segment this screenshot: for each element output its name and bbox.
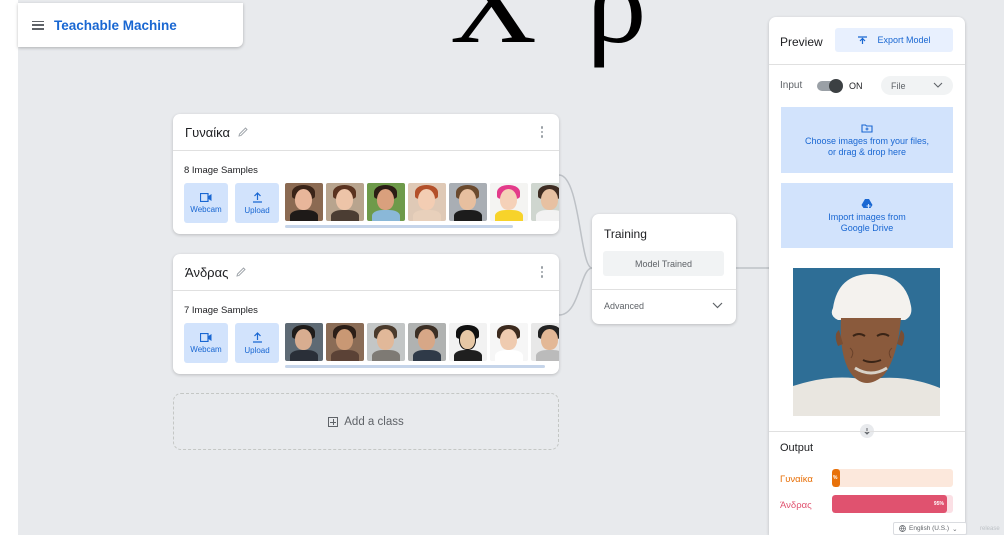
class-name[interactable]: Άνδρας	[185, 265, 228, 280]
google-drive-icon	[861, 198, 873, 208]
output-class-label: Γυναίκα	[780, 474, 813, 485]
more-options-icon[interactable]	[540, 126, 543, 138]
file-drop-zone[interactable]: Choose images from your files, or drag &…	[781, 107, 953, 173]
sample-thumbnail[interactable]	[326, 323, 364, 361]
sample-thumbnails	[285, 323, 559, 363]
add-class-label: Add a class	[344, 415, 404, 428]
input-label: Input	[780, 80, 803, 91]
release-label: release	[980, 526, 1000, 532]
upload-icon	[252, 331, 262, 343]
output-confidence-fill: 95%	[832, 495, 947, 513]
upload-button[interactable]: Upload	[235, 183, 279, 223]
chevron-down-icon	[933, 82, 943, 88]
webcam-label: Webcam	[190, 204, 222, 214]
language-label: English (U.S.)	[909, 525, 950, 532]
preview-image	[793, 268, 940, 416]
thumbnail-scrollbar[interactable]	[285, 365, 545, 368]
sample-thumbnails	[285, 183, 559, 223]
chevron-down-icon[interactable]	[712, 302, 723, 309]
advanced-toggle[interactable]: Advanced	[604, 301, 644, 311]
training-title: Training	[604, 227, 647, 241]
upload-button[interactable]: Upload	[235, 323, 279, 363]
model-trained-button[interactable]: Model Trained	[603, 251, 724, 276]
export-label: Export Model	[877, 35, 931, 45]
folder-add-icon	[861, 123, 873, 133]
training-card: Training Model Trained Advanced	[592, 214, 736, 324]
class-name[interactable]: Γυναίκα	[185, 125, 230, 140]
drive-line1: Import images from	[828, 211, 906, 222]
output-percent: 95%	[933, 501, 944, 507]
video-camera-icon	[200, 332, 212, 342]
sample-thumbnail[interactable]	[490, 183, 528, 221]
divider	[769, 431, 965, 432]
preview-panel: Preview Export Model Input ON File Choos…	[769, 17, 965, 535]
globe-icon	[899, 525, 906, 532]
sample-thumbnail[interactable]	[367, 323, 405, 361]
pencil-icon[interactable]	[237, 126, 249, 138]
divider	[592, 289, 736, 290]
sample-thumbnail[interactable]	[285, 183, 323, 221]
sample-thumbnail[interactable]	[490, 323, 528, 361]
sample-thumbnail[interactable]	[367, 183, 405, 221]
upload-label: Upload	[244, 345, 270, 355]
output-percent: %	[833, 475, 838, 481]
upload-icon	[252, 191, 262, 203]
sample-thumbnail[interactable]	[531, 323, 559, 361]
input-source-value: File	[891, 80, 906, 91]
sample-thumbnail[interactable]	[531, 183, 559, 221]
more-options-icon[interactable]	[540, 266, 543, 278]
webcam-button[interactable]: Webcam	[184, 323, 228, 363]
language-select[interactable]: English (U.S.) ⌄	[893, 522, 967, 535]
sample-thumbnail[interactable]	[326, 183, 364, 221]
sample-thumbnail[interactable]	[449, 323, 487, 361]
input-source-select[interactable]: File	[881, 76, 953, 95]
divider	[769, 64, 965, 65]
export-model-button[interactable]: Export Model	[835, 28, 953, 52]
sample-thumbnail[interactable]	[449, 183, 487, 221]
add-class-button[interactable]: Add a class	[173, 393, 559, 450]
drive-line2: Google Drive	[840, 222, 894, 233]
output-title: Output	[780, 442, 814, 454]
output-confidence-fill: %	[832, 469, 841, 487]
thumbnail-scrollbar[interactable]	[285, 225, 513, 228]
class-card-2: Άνδρας 7 Image Samples Webcam Upload	[173, 254, 559, 374]
pencil-icon[interactable]	[235, 266, 247, 278]
chevron-down-icon: ⌄	[952, 525, 958, 533]
output-confidence-bar: 95%	[832, 495, 953, 513]
drop-zone-line1: Choose images from your files,	[804, 135, 930, 146]
export-icon	[858, 35, 868, 44]
drop-zone-line2: or drag & drop here	[827, 146, 907, 157]
sample-thumbnail[interactable]	[408, 183, 446, 221]
preview-title: Preview	[780, 35, 823, 49]
output-confidence-bar: %	[832, 469, 953, 487]
samples-count: 8 Image Samples	[184, 165, 258, 176]
webcam-label: Webcam	[190, 344, 222, 354]
toggle-state-label: ON	[849, 81, 863, 91]
sample-thumbnail[interactable]	[408, 323, 446, 361]
input-toggle[interactable]	[817, 79, 843, 93]
add-box-icon	[328, 416, 339, 427]
output-class-label: Άνδρας	[780, 500, 812, 511]
google-drive-import[interactable]: Import images from Google Drive	[781, 183, 953, 248]
upload-label: Upload	[244, 205, 270, 215]
samples-count: 7 Image Samples	[184, 305, 258, 316]
sample-thumbnail[interactable]	[285, 323, 323, 361]
class-card-1: Γυναίκα 8 Image Samples Webcam Upload	[173, 114, 559, 234]
webcam-button[interactable]: Webcam	[184, 183, 228, 223]
video-camera-icon	[200, 192, 212, 202]
